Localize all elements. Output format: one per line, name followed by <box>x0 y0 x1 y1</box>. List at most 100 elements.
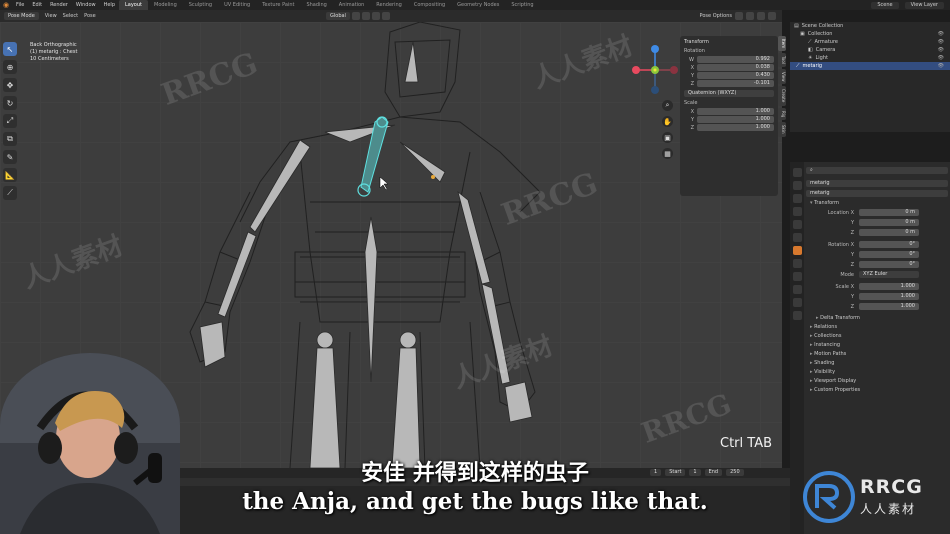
rotation-w-field[interactable]: 0.992 <box>697 56 774 63</box>
visibility-section[interactable]: Visibility <box>806 368 948 377</box>
gizmo-neg-z-axis[interactable] <box>651 86 659 94</box>
gizmo-neg-x-axis[interactable] <box>670 66 678 74</box>
transform-panel-title[interactable]: Transform <box>684 39 774 45</box>
gizmo-z-axis[interactable] <box>651 45 659 53</box>
falloff-icon[interactable] <box>381 12 390 20</box>
tab-rig[interactable]: Rig <box>778 107 786 121</box>
move-tool-icon[interactable]: ✥ <box>3 78 17 92</box>
menu-render[interactable]: Render <box>46 2 72 8</box>
scene-selector[interactable]: Scene <box>871 1 899 9</box>
world-props-icon[interactable] <box>792 233 802 242</box>
workspace-tab-modeling[interactable]: Modeling <box>148 0 183 10</box>
view-layer-props-icon[interactable] <box>792 207 802 216</box>
workspace-tab-compositing[interactable]: Compositing <box>408 0 451 10</box>
rotation-x-field[interactable]: 0.038 <box>697 64 774 71</box>
menu-file[interactable]: File <box>12 2 28 8</box>
transform-tool-icon[interactable]: ⧉ <box>3 132 17 146</box>
menu-help[interactable]: Help <box>100 2 119 8</box>
outliner-row[interactable]: ⟋ Armature 👁 <box>790 38 950 46</box>
tab-skin[interactable]: Skin <box>778 122 786 137</box>
viewport-display-section[interactable]: Viewport Display <box>806 377 948 386</box>
object-name-field[interactable]: metarig <box>806 190 948 197</box>
collections-section[interactable]: Collections <box>806 332 948 341</box>
blender-logo-icon[interactable]: ◉ <box>0 0 12 10</box>
wireframe-shading-icon[interactable] <box>757 12 765 20</box>
tab-view[interactable]: View <box>778 68 786 85</box>
mode-selector[interactable]: Pose Mode <box>4 12 39 20</box>
transform-orientation-selector[interactable]: Global <box>326 12 350 20</box>
workspace-tab-layout[interactable]: Layout <box>119 0 148 10</box>
eye-icon[interactable]: 👁 <box>938 30 944 38</box>
pivot-icon[interactable] <box>351 12 360 20</box>
scale-x-field[interactable]: 1.000 <box>859 283 919 290</box>
zoom-icon[interactable]: ⌕ <box>662 100 673 111</box>
tab-create[interactable]: Create <box>778 86 786 106</box>
tool-props-icon[interactable] <box>792 168 802 177</box>
scale-y-field[interactable]: 1.000 <box>697 116 774 123</box>
motion-paths-section[interactable]: Motion Paths <box>806 350 948 359</box>
tab-item[interactable]: Item <box>778 36 786 52</box>
ortho-grid-icon[interactable]: ▦ <box>662 148 673 159</box>
solid-shading-icon[interactable] <box>768 12 776 20</box>
workspace-tab-animation[interactable]: Animation <box>333 0 371 10</box>
data-props-icon[interactable] <box>792 298 802 307</box>
rotation-mode-selector[interactable]: XYZ Euler <box>859 271 919 278</box>
workspace-tab-sculpting[interactable]: Sculpting <box>183 0 218 10</box>
shading-section[interactable]: Shading <box>806 359 948 368</box>
bone-tool-icon[interactable]: ⟋ <box>3 186 17 200</box>
location-x-field[interactable]: 0 m <box>859 209 919 216</box>
menu-view[interactable]: View <box>45 13 57 19</box>
location-y-field[interactable]: 0 m <box>859 219 919 226</box>
proportional-icon[interactable] <box>371 12 380 20</box>
cursor-tool-icon[interactable]: ⊕ <box>3 60 17 74</box>
object-props-icon[interactable] <box>792 246 802 255</box>
bone-props-icon[interactable] <box>792 311 802 320</box>
output-props-icon[interactable] <box>792 194 802 203</box>
physics-props-icon[interactable] <box>792 272 802 281</box>
menu-edit[interactable]: Edit <box>28 2 46 8</box>
camera-view-icon[interactable]: ▣ <box>662 132 673 143</box>
scale-tool-icon[interactable]: ⤢ <box>3 114 17 128</box>
tab-tool[interactable]: Tool <box>778 53 786 67</box>
workspace-tab-rendering[interactable]: Rendering <box>370 0 408 10</box>
rotation-z-field[interactable]: 0° <box>859 261 919 268</box>
snap-icon[interactable] <box>361 12 370 20</box>
render-props-icon[interactable] <box>792 181 802 190</box>
relations-section[interactable]: Relations <box>806 323 948 332</box>
scale-z-field[interactable]: 1.000 <box>859 303 919 310</box>
navigation-gizmo[interactable] <box>630 42 680 98</box>
scale-y-field[interactable]: 1.000 <box>859 293 919 300</box>
menu-select[interactable]: Select <box>63 13 78 19</box>
outliner-row[interactable]: ▣ Collection 👁 <box>790 30 950 38</box>
rotate-tool-icon[interactable]: ↻ <box>3 96 17 110</box>
rotation-x-field[interactable]: 0° <box>859 241 919 248</box>
rotation-mode-selector[interactable]: Quaternion (WXYZ) <box>684 90 774 97</box>
instancing-section[interactable]: Instancing <box>806 341 948 350</box>
scale-x-field[interactable]: 1.000 <box>697 108 774 115</box>
menu-window[interactable]: Window <box>72 2 100 8</box>
outliner-row[interactable]: ☀ Light 👁 <box>790 54 950 62</box>
rotation-z-field[interactable]: -0.101 <box>697 80 774 87</box>
eye-icon[interactable]: 👁 <box>938 46 944 54</box>
annotate-tool-icon[interactable]: ✎ <box>3 150 17 164</box>
menu-pose[interactable]: Pose <box>84 13 96 19</box>
workspace-tab-scripting[interactable]: Scripting <box>505 0 539 10</box>
workspace-tab-texture-paint[interactable]: Texture Paint <box>256 0 300 10</box>
workspace-tab-uv-editing[interactable]: UV Editing <box>218 0 256 10</box>
gizmo-x-axis[interactable] <box>632 66 640 74</box>
measure-tool-icon[interactable]: 📐 <box>3 168 17 182</box>
scale-z-field[interactable]: 1.000 <box>697 124 774 131</box>
delta-transform-section[interactable]: Delta Transform <box>806 314 948 323</box>
scene-props-icon[interactable] <box>792 220 802 229</box>
xray-icon[interactable] <box>746 12 754 20</box>
location-z-field[interactable]: 0 m <box>859 229 919 236</box>
eye-icon[interactable]: 👁 <box>938 54 944 62</box>
rotation-y-field[interactable]: 0.430 <box>697 72 774 79</box>
search-properties-input[interactable]: ⌕ <box>806 167 948 174</box>
outliner-row-selected[interactable]: ⟋ metarig 👁 <box>790 62 950 70</box>
eye-icon[interactable]: 👁 <box>938 38 944 46</box>
constraint-props-icon[interactable] <box>792 285 802 294</box>
pose-options-menu[interactable]: Pose Options <box>700 13 732 19</box>
workspace-tab-shading[interactable]: Shading <box>300 0 332 10</box>
transform-section-header[interactable]: Transform <box>806 199 948 208</box>
